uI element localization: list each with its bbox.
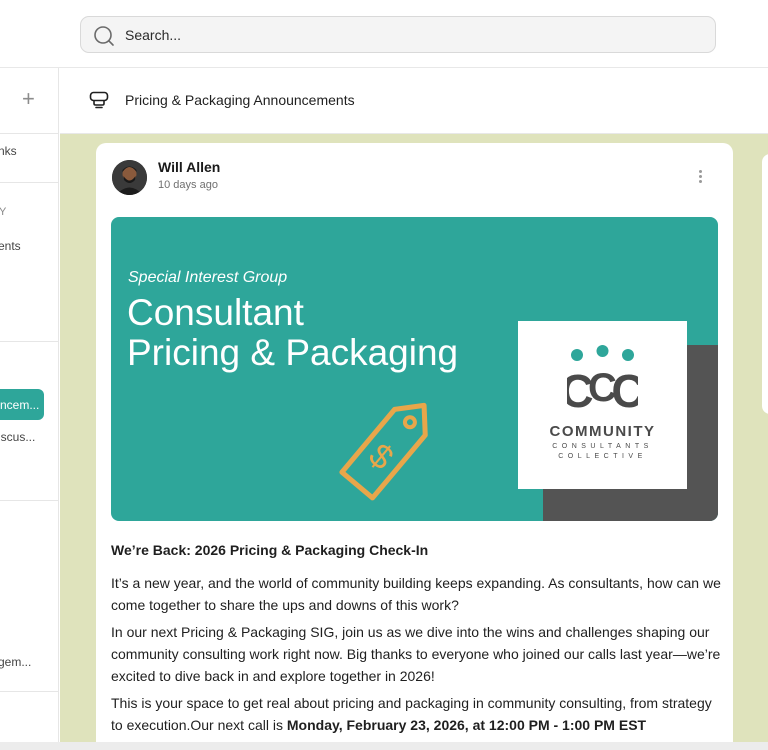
search-icon [94, 26, 114, 46]
post-feed: Will Allen 10 days ago Special Interest … [60, 134, 768, 750]
post-paragraph: This is your space to get real about pri… [111, 692, 723, 736]
channel-header: Pricing & Packaging Announcements [60, 68, 768, 134]
sidebar-group-label: Y [0, 206, 6, 218]
ccc-logo: C C C COMMUNITY CONSULTANTS COLLECTIVE [518, 321, 687, 489]
svg-text:C: C [611, 365, 638, 411]
post-paragraph: It’s a new year, and the world of commun… [111, 575, 721, 613]
sidebar-item-announcements[interactable]: ncem... [0, 389, 44, 420]
post-heading: We’re Back: 2026 Pricing & Packaging Che… [111, 542, 429, 558]
post-body: We’re Back: 2026 Pricing & Packaging Che… [111, 539, 723, 741]
add-space-button[interactable]: + [22, 88, 35, 110]
search-input[interactable] [125, 24, 685, 46]
sidebar-item-management[interactable]: gem... [0, 655, 31, 669]
bottom-strip [0, 742, 768, 750]
banner-kicker: Special Interest Group [128, 269, 288, 286]
sidebar-divider [0, 500, 58, 501]
logo-subtitle: CONSULTANTS [552, 443, 653, 450]
channel-title: Pricing & Packaging Announcements [125, 92, 355, 108]
avatar[interactable] [112, 160, 147, 195]
announcement-icon [89, 91, 109, 109]
sidebar-item-discussions[interactable]: iscus... [0, 430, 35, 444]
search-bar[interactable] [80, 16, 716, 53]
top-bar [0, 0, 768, 68]
sidebar-divider [0, 133, 58, 134]
more-options-icon[interactable] [694, 170, 706, 186]
post-card: Will Allen 10 days ago Special Interest … [96, 143, 733, 750]
logo-name: COMMUNITY [549, 423, 656, 440]
post-timestamp: 10 days ago [158, 179, 218, 191]
sidebar-divider [0, 182, 58, 183]
event-datetime: Monday, February 23, 2026, at 12:00 PM -… [286, 717, 647, 733]
banner-title-line2: Pricing & Packaging [127, 332, 459, 373]
adjacent-card [762, 154, 768, 414]
post-paragraph: In our next Pricing & Packaging SIG, joi… [111, 624, 721, 684]
price-tag-icon: $ [339, 402, 428, 501]
logo-subtitle: COLLECTIVE [558, 453, 647, 460]
sidebar-divider [0, 691, 58, 692]
post-author[interactable]: Will Allen [158, 159, 220, 175]
sidebar-divider [0, 341, 58, 342]
sidebar-item-events[interactable]: ents [0, 239, 21, 253]
post-banner-image: Special Interest Group Consultant Pricin… [111, 217, 718, 521]
banner-title-line1: Consultant [127, 292, 304, 333]
sidebar: + nks Y ents ncem... iscus... gem... [0, 68, 59, 750]
sidebar-item-links[interactable]: nks [0, 144, 17, 158]
